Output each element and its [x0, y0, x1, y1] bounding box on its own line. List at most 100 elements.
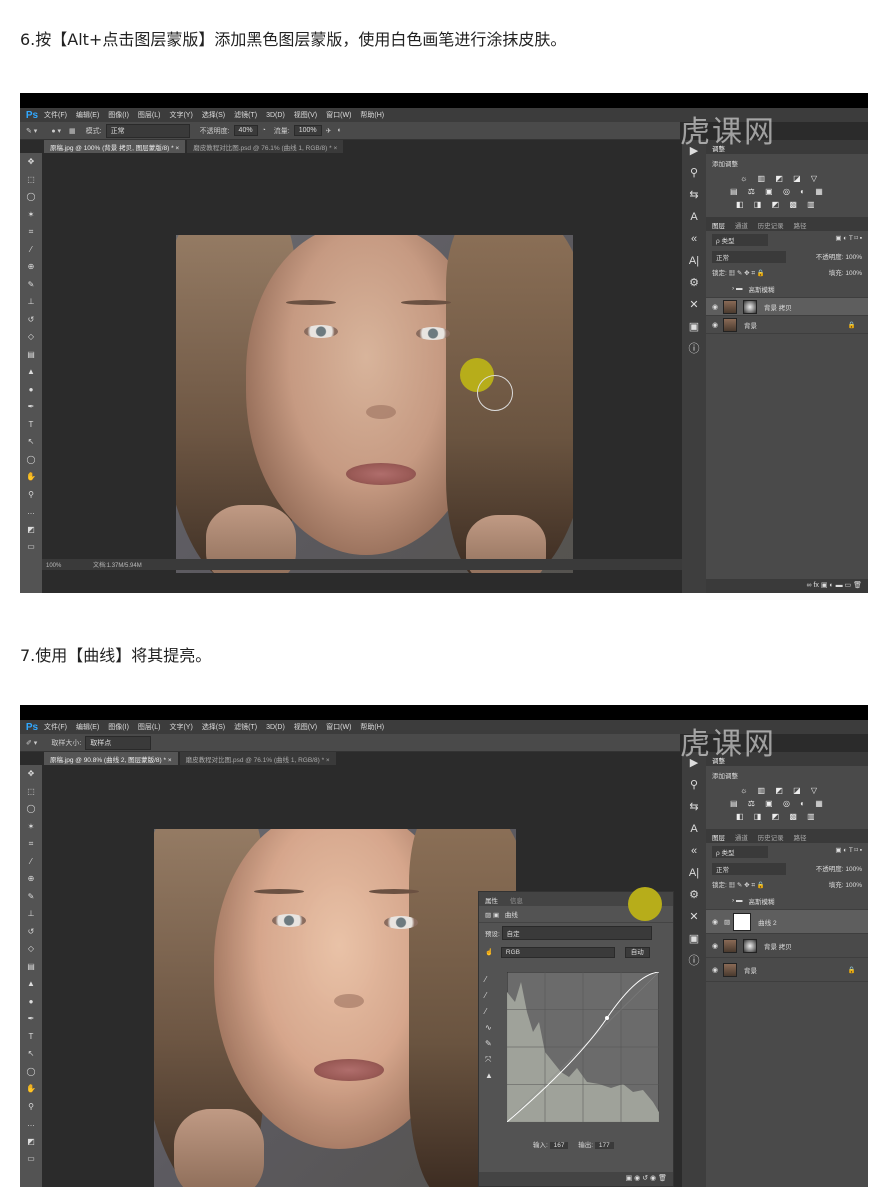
adjustment-icons-row-2[interactable]: ▤ ⚖ ▣ ◎ ◐ ▦ [706, 185, 868, 198]
crop-tool-icon[interactable]: ⌗ [20, 223, 42, 241]
brush-panel-icon[interactable]: ▦ [69, 127, 76, 135]
crop-tool-icon[interactable]: ⌗ [20, 835, 42, 853]
swatch-icon[interactable]: « [682, 840, 706, 862]
tools-cross-icon[interactable]: ✕ [682, 294, 706, 316]
menu-window[interactable]: 窗口(W) [326, 722, 351, 732]
pen-tool-icon[interactable]: ✒ [20, 1010, 42, 1028]
quick-mask-icon[interactable]: ▭ [20, 1150, 42, 1168]
menu-3d[interactable]: 3D(D) [266, 112, 285, 119]
align-icon[interactable]: ⇆ [682, 184, 706, 206]
info-icon[interactable]: ⓘ [682, 338, 706, 360]
character-icon[interactable]: A [682, 206, 706, 228]
brush-preset-icon[interactable]: ● ▾ [51, 127, 61, 135]
menu-image[interactable]: 图像(I) [108, 722, 129, 732]
layer-opacity-value[interactable]: 100% [845, 866, 862, 873]
brush-settings-icon[interactable]: ⚲ [682, 774, 706, 796]
history-brush-icon[interactable]: ↺ [20, 311, 42, 329]
input-value[interactable]: 167 [549, 1142, 569, 1149]
airbrush-icon[interactable]: ✈ [326, 127, 332, 135]
clone-stamp-icon[interactable]: ⊥ [20, 905, 42, 923]
curves-graph[interactable] [507, 972, 659, 1122]
blend-mode-select[interactable]: 正常 [712, 863, 786, 875]
adjustment-icons-row-3[interactable]: ◧ ◨ ◩ ▩ ▥ [706, 810, 868, 823]
brush-tool-side-icon[interactable]: ✎ [20, 276, 42, 294]
character-icon[interactable]: A [682, 818, 706, 840]
clipping-warning-icon[interactable]: ▲ [485, 1068, 499, 1084]
tab-info[interactable]: 信息 [510, 898, 523, 905]
menu-3d[interactable]: 3D(D) [266, 724, 285, 731]
mask-thumbnail[interactable] [743, 299, 757, 314]
marquee-tool-icon[interactable]: ⬚ [20, 171, 42, 189]
layer-row-group[interactable]: › ▬ 高斯模糊 [706, 892, 868, 910]
tab-paths[interactable]: 路径 [793, 223, 806, 230]
output-value[interactable]: 177 [594, 1142, 614, 1149]
layer-name[interactable]: 高斯模糊 [748, 284, 774, 294]
filter-icons[interactable]: ▣ ◐ T ⌑ ▪ [835, 234, 862, 246]
menu-view[interactable]: 视图(V) [294, 110, 317, 120]
history-brush-icon[interactable]: ↺ [20, 923, 42, 941]
pressure-size-icon[interactable]: ◐ [338, 127, 342, 134]
lasso-tool-icon[interactable]: ◯ [20, 800, 42, 818]
layer-opacity-value[interactable]: 100% [845, 254, 862, 261]
actions-icon[interactable]: ▣ [682, 928, 706, 950]
move-tool-icon[interactable]: ✥ [20, 153, 42, 171]
brush-tool-icon[interactable]: ✎ ▾ [26, 127, 37, 135]
gradient-icon[interactable]: ▤ [20, 346, 42, 364]
layer-name[interactable]: 背景 拷贝 [764, 302, 792, 312]
sample-size-select[interactable]: 取样点 [85, 735, 152, 750]
tab-properties[interactable]: 属性 [485, 898, 498, 905]
adjustment-icons-row-1[interactable]: ☼ ▥ ◩ ◪ ▽ [706, 784, 868, 797]
shape-tool-icon[interactable]: ◯ [20, 1063, 42, 1081]
path-select-icon[interactable]: ↖ [20, 1045, 42, 1063]
settings-icon[interactable]: ⚙ [682, 884, 706, 906]
visibility-eye-icon[interactable]: ◉ [710, 321, 720, 329]
layer-row-masked[interactable]: ◉ 背景 拷贝 [706, 298, 868, 316]
visibility-eye-icon[interactable]: ◉ [710, 966, 720, 974]
fill-value[interactable]: 100% [845, 270, 862, 277]
healing-brush-icon[interactable]: ⊕ [20, 258, 42, 276]
eraser-icon[interactable]: ◇ [20, 940, 42, 958]
quick-mask-icon[interactable]: ▭ [20, 538, 42, 556]
menu-edit[interactable]: 编辑(E) [76, 722, 99, 732]
auto-button[interactable]: 自动 [624, 947, 650, 958]
lock-icons[interactable]: ▦ ✎ ✥ ⌗ 🔒 [729, 270, 765, 277]
magic-wand-icon[interactable]: ✶ [20, 206, 42, 224]
paragraph-icon[interactable]: A| [682, 862, 706, 884]
move-tool-icon[interactable]: ✥ [20, 765, 42, 783]
layer-row-masked[interactable]: ◉ 背景 拷贝 [706, 934, 868, 958]
layer-name[interactable]: 背景 [744, 965, 848, 975]
blend-mode-select[interactable]: 正常 [712, 251, 786, 263]
adjustment-icons-row-1[interactable]: ☼ ▥ ◩ ◪ ▽ [706, 172, 868, 185]
menu-filter[interactable]: 滤镜(T) [234, 722, 257, 732]
menu-type[interactable]: 文字(Y) [169, 110, 192, 120]
eyedropper-tool-icon[interactable]: ✐ ▾ [26, 739, 37, 747]
eyedropper-icon[interactable]: ⁄ [20, 853, 42, 871]
actions-icon[interactable]: ▣ [682, 316, 706, 338]
color-swatches-icon[interactable]: ◩ [20, 521, 42, 539]
dodge-icon[interactable]: ● [20, 381, 42, 399]
settings-icon[interactable]: ⚙ [682, 272, 706, 294]
smooth-icon[interactable]: ⤧ [485, 1052, 499, 1068]
pencil-curve-icon[interactable]: ✎ [485, 1036, 499, 1052]
adjustment-icons-row-3[interactable]: ◧ ◨ ◩ ▩ ▥ [706, 198, 868, 211]
swatch-icon[interactable]: « [682, 228, 706, 250]
mask-thumbnail[interactable] [743, 938, 757, 953]
opacity-input[interactable]: 40% [233, 125, 258, 136]
black-point-eyedropper-icon[interactable]: ⁄ [485, 972, 499, 988]
menu-layer[interactable]: 图层(L) [138, 110, 161, 120]
tab-original[interactable]: 原稿.jpg @ 90.8% (曲线 2, 图层蒙版/8) * × [44, 752, 178, 765]
more-tools-icon[interactable]: … [20, 1115, 42, 1133]
shape-tool-icon[interactable]: ◯ [20, 451, 42, 469]
menu-layer[interactable]: 图层(L) [138, 722, 161, 732]
menu-file[interactable]: 文件(F) [44, 110, 67, 120]
layer-kind-filter[interactable]: ρ 类型 [712, 234, 768, 246]
layers-footer-icons[interactable]: ∞ fx ▣ ◐ ▬ ▭ 🗑 [706, 579, 868, 593]
tab-channels[interactable]: 通道 [735, 835, 748, 842]
menu-help[interactable]: 帮助(H) [360, 110, 384, 120]
hand-tool-icon[interactable]: ✋ [20, 468, 42, 486]
layer-name[interactable]: 曲线 2 [758, 917, 776, 927]
dodge-icon[interactable]: ● [20, 993, 42, 1011]
eyedropper-icon[interactable]: ⁄ [20, 241, 42, 259]
tab-comparison[interactable]: 磨皮教程对比图.psd @ 76.1% (曲线 1, RGB/8) * × [187, 140, 344, 153]
gradient-icon[interactable]: ▤ [20, 958, 42, 976]
